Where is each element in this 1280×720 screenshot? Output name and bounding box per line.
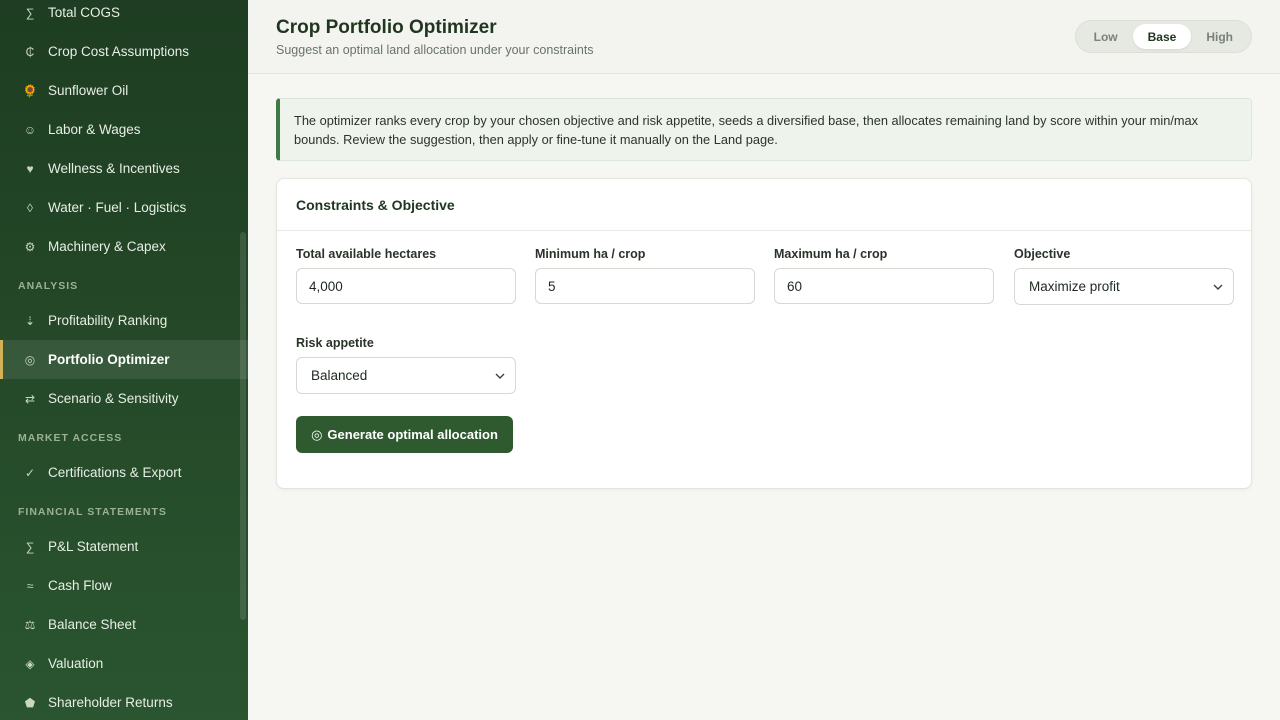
sidebar-item-label: Scenario & Sensitivity <box>48 391 179 406</box>
risk-field: Risk appetite Balanced <box>296 336 516 394</box>
sidebar-item-total-cogs[interactable]: ∑ Total COGS <box>0 0 248 32</box>
sidebar-item-label: Profitability Ranking <box>48 313 168 328</box>
sidebar-item-label: Crop Cost Assumptions <box>48 44 190 59</box>
sidebar-item-certifications-export[interactable]: ✓ Certifications & Export <box>0 453 248 492</box>
sidebar-item-label: Water · Fuel · Logistics <box>48 200 187 215</box>
page-title: Crop Portfolio Optimizer <box>276 17 497 38</box>
sidebar-item-labor-wages[interactable]: ☺ Labor & Wages <box>0 110 248 149</box>
min-ha-input[interactable]: 5 <box>535 268 755 304</box>
sigma-icon: ∑ <box>25 539 35 554</box>
sidebar-item-label: Certifications & Export <box>48 465 182 480</box>
target-icon: ◎ <box>311 426 323 442</box>
sidebar-item-wellness-incentives[interactable]: ♥ Wellness & Incentives <box>0 149 248 188</box>
objective-label: Objective <box>1014 247 1071 261</box>
objective-field: Objective Maximize profit <box>1014 247 1234 305</box>
sidebar-scrollbar[interactable] <box>240 232 246 620</box>
sidebar-item-machinery-capex[interactable]: ⚙ Machinery & Capex <box>0 227 248 266</box>
arrows-swap-icon: ⇄ <box>24 391 36 406</box>
risk-label: Risk appetite <box>296 336 374 350</box>
objective-select[interactable]: Maximize profit <box>1014 268 1234 305</box>
total-hectares-label: Total available hectares <box>296 247 437 261</box>
info-banner: The optimizer ranks every crop by your c… <box>276 98 1252 161</box>
sidebar-item-label: Shareholder Returns <box>48 695 173 710</box>
min-ha-field: Minimum ha / crop 5 <box>535 247 755 304</box>
heart-icon: ♥ <box>26 161 34 176</box>
sidebar-item-sunflower-oil[interactable]: 🌻 Sunflower Oil <box>0 71 248 110</box>
page-header: Crop Portfolio Optimizer Suggest an opti… <box>248 0 1280 74</box>
target-icon: ◎ <box>24 352 36 367</box>
sidebar-item-label: Valuation <box>48 656 104 671</box>
sidebar-item-valuation[interactable]: ◈ Valuation <box>0 644 248 683</box>
total-hectares-input[interactable]: 4,000 <box>296 268 516 304</box>
generate-allocation-button[interactable]: ◎ Generate optimal allocation <box>296 416 513 453</box>
sigma-icon: ∑ <box>25 5 35 20</box>
risk-selected-value: Balanced <box>311 368 368 383</box>
sidebar-item-portfolio-optimizer[interactable]: ◎ Portfolio Optimizer <box>0 340 248 379</box>
total-hectares-field: Total available hectares 4,000 <box>296 247 516 304</box>
sidebar-item-label: Portfolio Optimizer <box>48 352 170 367</box>
sidebar-item-label: P&L Statement <box>48 539 139 554</box>
chevron-down-icon <box>495 373 505 379</box>
chevron-down-icon <box>1213 284 1223 290</box>
scenario-toggle: Low Base High <box>1074 20 1252 53</box>
sidebar-section-analysis: ANALYSIS <box>18 280 79 292</box>
sort-down-icon: ⇣ <box>24 313 36 328</box>
sidebar-item-scenario-sensitivity[interactable]: ⇄ Scenario & Sensitivity <box>0 379 248 418</box>
sidebar-item-balance-sheet[interactable]: ⚖ Balance Sheet <box>0 605 248 644</box>
max-ha-field: Maximum ha / crop 60 <box>774 247 994 304</box>
page-subtitle: Suggest an optimal land allocation under… <box>276 43 594 57</box>
sidebar-item-pl-statement[interactable]: ∑ P&L Statement <box>0 527 248 566</box>
risk-select[interactable]: Balanced <box>296 357 516 394</box>
sidebar-item-label: Balance Sheet <box>48 617 136 632</box>
pentagon-icon: ⬟ <box>24 695 36 710</box>
sidebar-item-label: Total COGS <box>48 5 121 20</box>
sidebar-item-shareholder-returns[interactable]: ⬟ Shareholder Returns <box>0 683 248 720</box>
constraints-card: Constraints & Objective Total available … <box>276 178 1252 489</box>
sidebar-item-label: Cash Flow <box>48 578 112 593</box>
objective-selected-value: Maximize profit <box>1029 279 1120 294</box>
info-text: The optimizer ranks every crop by your c… <box>294 113 1199 147</box>
scales-icon: ⚖ <box>24 617 36 632</box>
diamond-icon: ◈ <box>25 656 35 671</box>
max-ha-input[interactable]: 60 <box>774 268 994 304</box>
sidebar-item-label: Sunflower Oil <box>48 83 129 98</box>
sidebar-item-label: Labor & Wages <box>48 122 141 137</box>
min-ha-label: Minimum ha / crop <box>535 247 646 261</box>
sidebar-item-label: Machinery & Capex <box>48 239 166 254</box>
smiley-icon: ☺ <box>23 122 37 137</box>
scenario-low-button[interactable]: Low <box>1079 24 1133 49</box>
card-title: Constraints & Objective <box>277 179 1251 231</box>
sidebar-item-water-fuel-logistics[interactable]: ◊ Water · Fuel · Logistics <box>0 188 248 227</box>
droplet-icon: ◊ <box>27 200 33 215</box>
sidebar-nav: ∑ Total COGS ₵ Crop Cost Assumptions 🌻 S… <box>0 0 248 720</box>
gear-icon: ⚙ <box>24 239 36 254</box>
generate-allocation-label: Generate optimal allocation <box>327 427 498 442</box>
scenario-base-button[interactable]: Base <box>1132 24 1192 49</box>
sidebar: ∑ Total COGS ₵ Crop Cost Assumptions 🌻 S… <box>0 0 248 720</box>
check-icon: ✓ <box>24 465 36 480</box>
sidebar-item-label: Wellness & Incentives <box>48 161 180 176</box>
sidebar-section-financial-statements: FINANCIAL STATEMENTS <box>18 506 167 518</box>
cedi-icon: ₵ <box>25 44 35 59</box>
max-ha-label: Maximum ha / crop <box>774 247 888 261</box>
sidebar-section-market-access: MARKET ACCESS <box>18 432 123 444</box>
sunflower-icon: 🌻 <box>22 83 38 98</box>
sidebar-item-crop-cost-assumptions[interactable]: ₵ Crop Cost Assumptions <box>0 32 248 71</box>
sidebar-item-cash-flow[interactable]: ≈ Cash Flow <box>0 566 248 605</box>
scenario-high-button[interactable]: High <box>1191 24 1248 49</box>
sidebar-item-profitability-ranking[interactable]: ⇣ Profitability Ranking <box>0 301 248 340</box>
wave-icon: ≈ <box>26 578 34 593</box>
